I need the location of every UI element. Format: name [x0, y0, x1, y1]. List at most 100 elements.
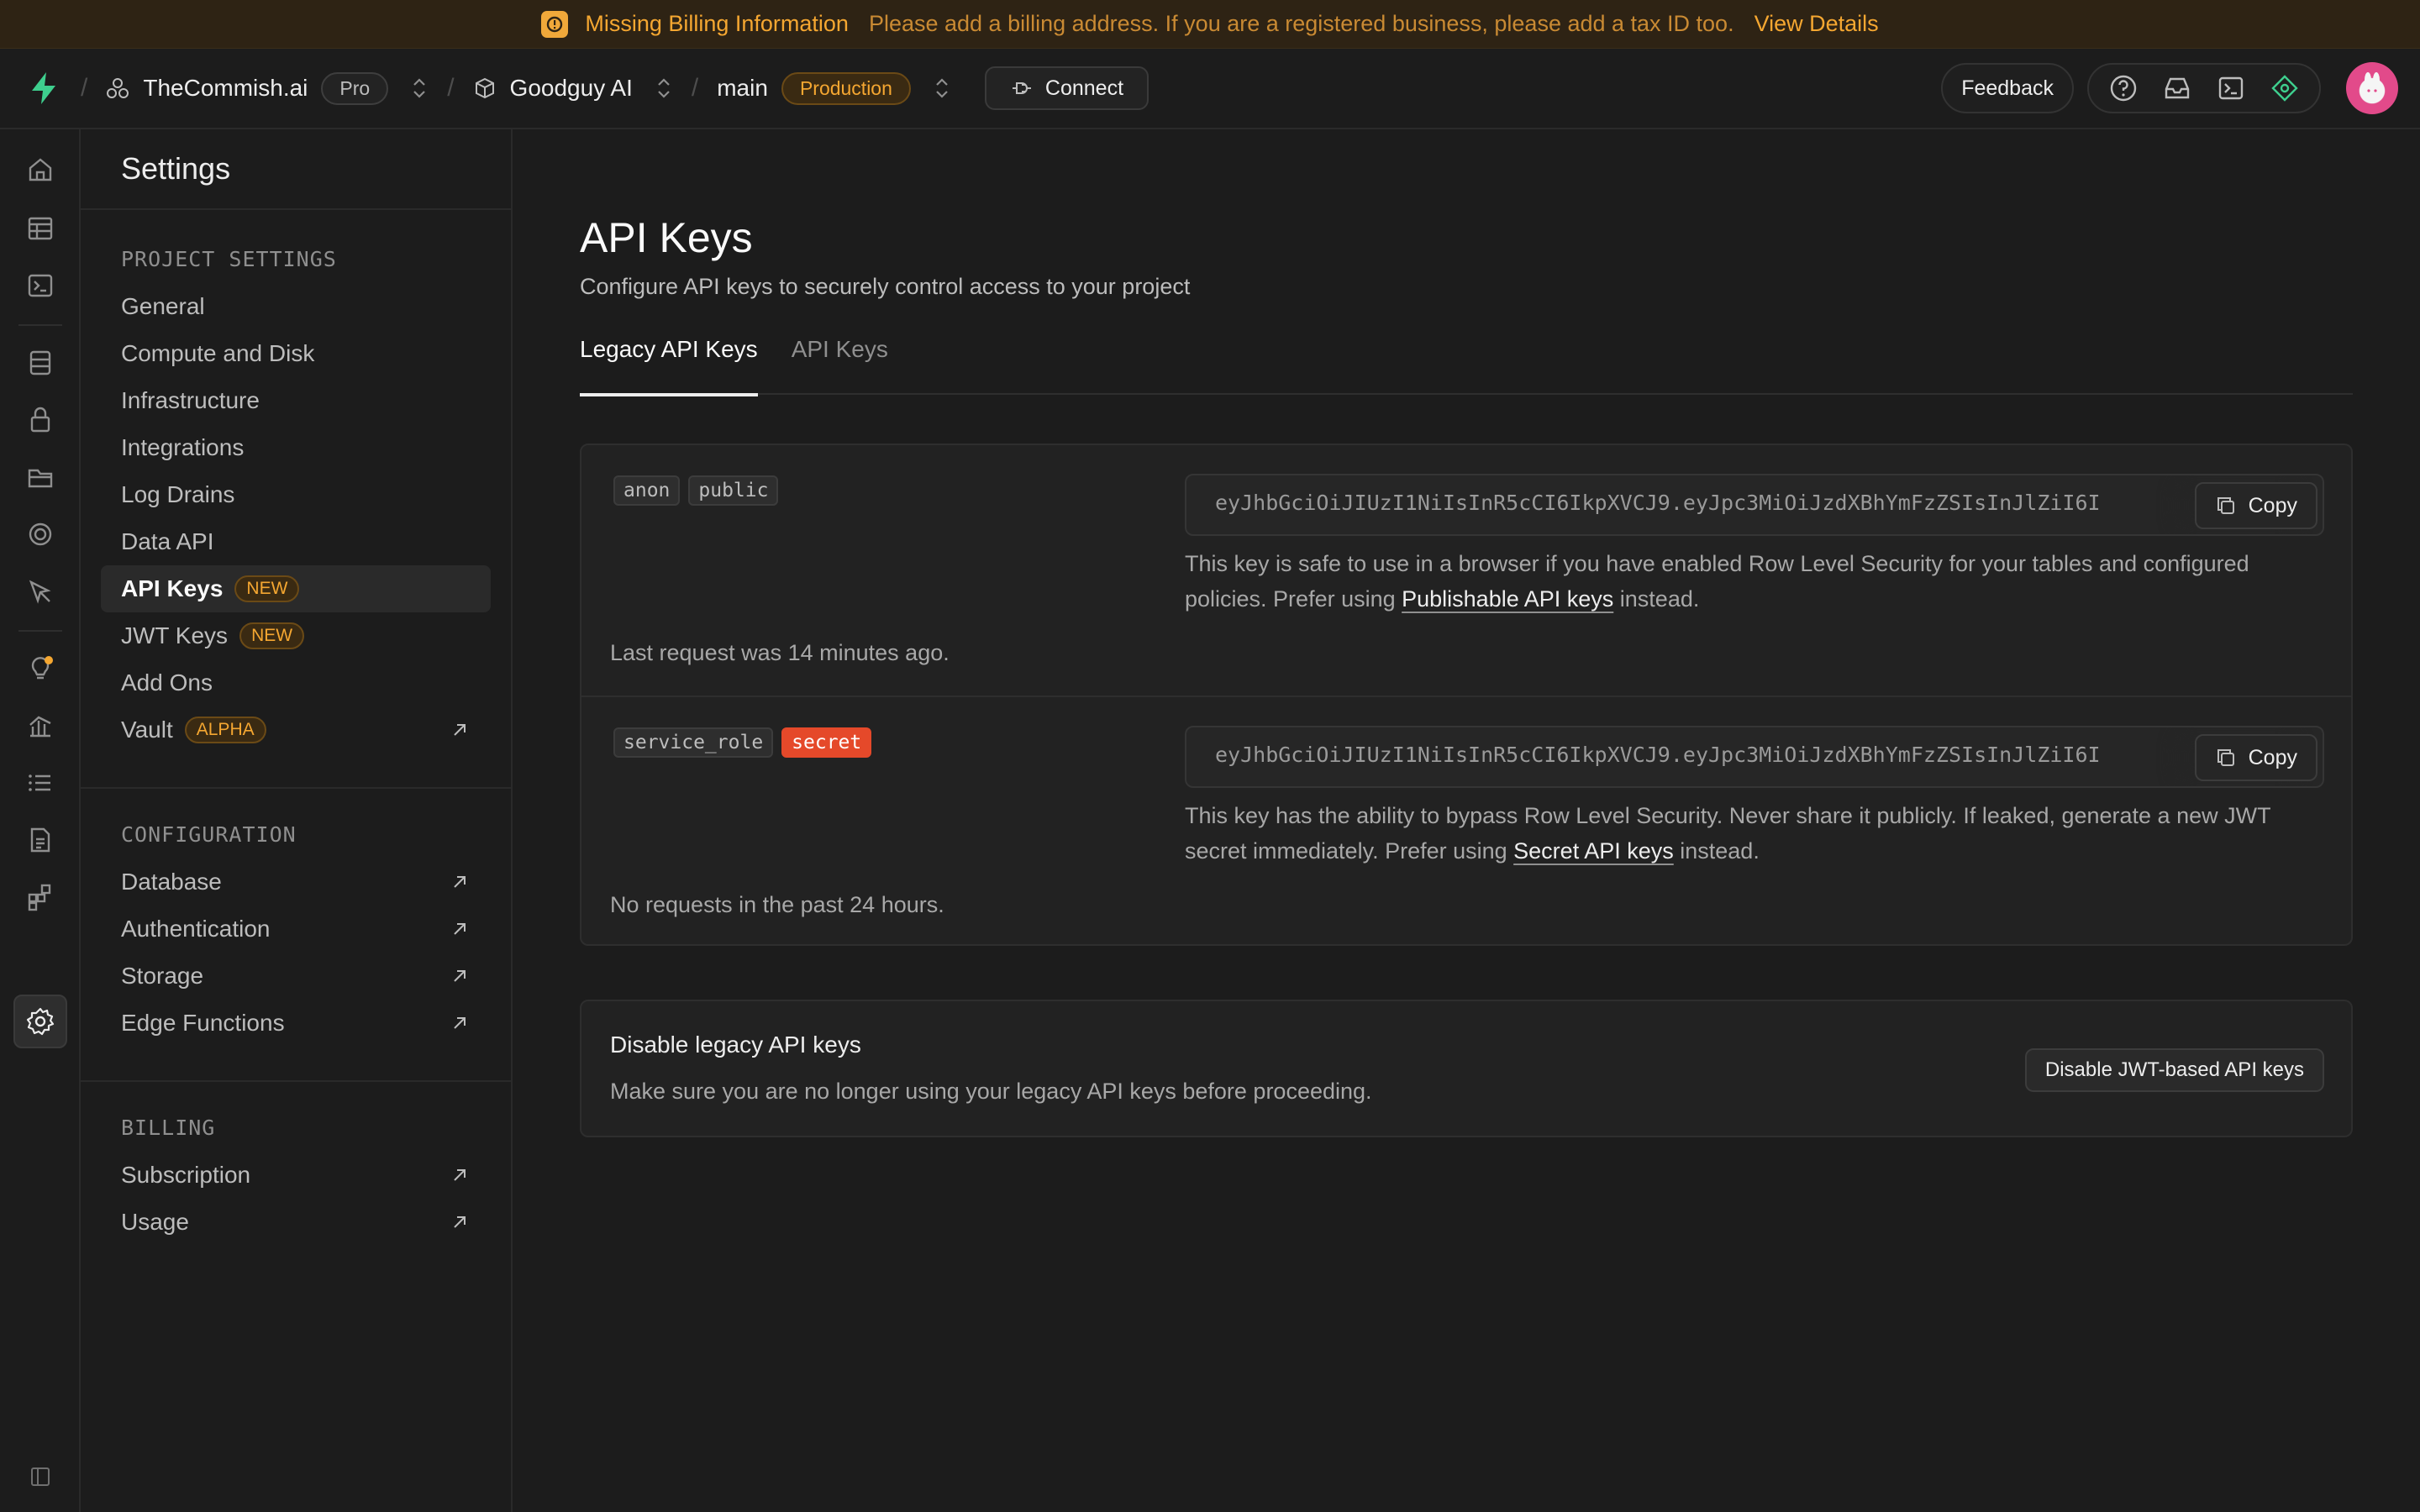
reports-chart-icon[interactable] — [20, 706, 60, 746]
disable-jwt-keys-button[interactable]: Disable JWT-based API keys — [2024, 1048, 2324, 1092]
view-details-link[interactable]: View Details — [1754, 11, 1879, 37]
key-value[interactable]: eyJhbGciOiJIUzI1NiIsInR5cCI6IkpXVCJ9.eyJ… — [1215, 743, 2101, 767]
sidebar-item-vault[interactable]: Vault ALPHA — [81, 706, 511, 753]
nav-label: Log Drains — [121, 481, 235, 507]
sidebar-item-general[interactable]: General — [81, 283, 511, 330]
project-switcher[interactable]: Goodguy AI — [473, 75, 673, 102]
section-heading: CONFIGURATION — [121, 822, 297, 847]
sidebar-item-database[interactable]: Database — [81, 858, 511, 906]
legacy-keys-card: anon public eyJhbGciOiJIUzI1NiIsInR5cCI6I… — [580, 444, 2353, 946]
org-name: TheCommish.ai — [143, 75, 308, 101]
settings-gear-icon[interactable] — [13, 995, 67, 1048]
integrations-icon[interactable] — [20, 877, 60, 917]
inbox-icon[interactable] — [2163, 74, 2191, 102]
org-switcher[interactable]: TheCommish.ai Pro — [106, 71, 429, 105]
page-subtitle: Configure API keys to securely control a… — [580, 274, 1191, 299]
breadcrumb-separator: / — [691, 74, 699, 102]
sidebar-title: Settings — [81, 129, 511, 210]
key-value[interactable]: eyJhbGciOiJIUzI1NiIsInR5cCI6IkpXVCJ9.eyJ… — [1215, 491, 2101, 515]
database-icon[interactable] — [20, 343, 60, 383]
visibility-chip: public — [688, 475, 779, 506]
settings-sidebar: Settings PROJECT SETTINGS General Comput… — [81, 129, 513, 1512]
terminal-icon[interactable] — [2217, 74, 2245, 102]
home-icon[interactable] — [20, 150, 60, 190]
key-description: This key has the ability to bypass Row L… — [1185, 798, 2336, 869]
external-link-icon — [454, 1169, 466, 1181]
sidebar-item-usage[interactable]: Usage — [81, 1199, 511, 1246]
secret-keys-link[interactable]: Secret API keys — [1513, 838, 1674, 864]
sidebar-item-compute-and-disk[interactable]: Compute and Disk — [81, 330, 511, 377]
secret-chip: secret — [781, 727, 872, 758]
copy-button[interactable]: Copy — [2194, 482, 2317, 529]
role-chip: anon — [613, 475, 681, 506]
user-avatar[interactable] — [2346, 62, 2398, 114]
plan-badge: Pro — [321, 71, 389, 105]
anon-key-row: anon public eyJhbGciOiJIUzI1NiIsInR5cCI6I… — [581, 445, 2351, 696]
realtime-icon[interactable] — [20, 514, 60, 554]
service-role-key-row: service_role secret eyJhbGciOiJIUzI1NiIsI… — [581, 696, 2351, 946]
nav-label: General — [121, 293, 205, 319]
branch-switcher[interactable]: main Production — [717, 71, 951, 105]
top-bar: / TheCommish.ai Pro / Goodguy AI / main … — [0, 49, 2420, 129]
new-badge: NEW — [239, 622, 305, 649]
branch-name: main — [717, 75, 768, 101]
desc-text: instead. — [1673, 838, 1760, 864]
connect-button[interactable]: Connect — [984, 66, 1150, 110]
nav-label: Integrations — [121, 434, 245, 460]
external-link-icon — [454, 724, 466, 736]
desc-text: instead. — [1613, 586, 1700, 612]
configuration-section: CONFIGURATION Database Authentication St… — [81, 789, 511, 1080]
toolbar-icons — [2087, 63, 2321, 113]
disable-title: Disable legacy API keys — [610, 1032, 861, 1058]
auth-lock-icon[interactable] — [20, 400, 60, 440]
project-name: Goodguy AI — [509, 75, 633, 101]
nav-label: Vault — [121, 717, 173, 743]
logs-list-icon[interactable] — [20, 763, 60, 803]
sidebar-item-subscription[interactable]: Subscription — [81, 1152, 511, 1199]
sidebar-item-api-keys[interactable]: API Keys NEW — [101, 565, 491, 612]
supabase-logo-icon[interactable] — [25, 70, 62, 107]
sidebar-item-data-api[interactable]: Data API — [81, 518, 511, 565]
collapse-sidebar-icon[interactable] — [20, 1457, 60, 1497]
chevron-updown-icon[interactable] — [933, 76, 951, 101]
left-icon-rail — [0, 129, 81, 1512]
sidebar-item-authentication[interactable]: Authentication — [81, 906, 511, 953]
sidebar-item-infrastructure[interactable]: Infrastructure — [81, 377, 511, 424]
billing-section: BILLING Subscription Usage — [81, 1082, 511, 1246]
copy-button[interactable]: Copy — [2194, 734, 2317, 781]
sidebar-item-integrations[interactable]: Integrations — [81, 424, 511, 471]
copy-icon — [2217, 749, 2234, 766]
sidebar-item-edge-functions[interactable]: Edge Functions — [81, 1000, 511, 1047]
external-link-icon — [454, 876, 466, 888]
tab-legacy-api-keys[interactable]: Legacy API Keys — [580, 328, 758, 396]
chevron-updown-icon[interactable] — [655, 76, 673, 101]
anon-key-field[interactable]: eyJhbGciOiJIUzI1NiIsInR5cCI6IkpXVCJ9.eyJ… — [1185, 474, 2324, 536]
edge-functions-icon[interactable] — [20, 571, 60, 612]
warning-icon — [541, 10, 569, 38]
feedback-button[interactable]: Feedback — [1941, 63, 2074, 113]
project-settings-section: PROJECT SETTINGS General Compute and Dis… — [81, 210, 511, 787]
assistant-icon[interactable] — [2270, 74, 2299, 102]
nav-label: Authentication — [121, 916, 271, 942]
chevron-updown-icon[interactable] — [410, 76, 429, 101]
publishable-keys-link[interactable]: Publishable API keys — [1402, 586, 1613, 612]
service-role-key-field[interactable]: eyJhbGciOiJIUzI1NiIsInR5cCI6IkpXVCJ9.eyJ… — [1185, 726, 2324, 788]
org-icon — [107, 78, 129, 98]
table-editor-icon[interactable] — [20, 208, 60, 249]
storage-folder-icon[interactable] — [20, 457, 60, 497]
help-icon[interactable] — [2109, 74, 2138, 102]
tab-api-keys[interactable]: API Keys — [792, 328, 888, 395]
nav-label: Infrastructure — [121, 387, 260, 413]
sql-editor-icon[interactable] — [20, 265, 60, 306]
last-request-text: Last request was 14 minutes ago. — [610, 640, 950, 665]
nav-label: Database — [121, 869, 222, 895]
disable-description: Make sure you are no longer using your l… — [610, 1079, 1372, 1104]
banner-title: Missing Billing Information — [585, 11, 849, 36]
box-icon — [475, 77, 494, 99]
sidebar-item-jwt-keys[interactable]: JWT Keys NEW — [81, 612, 511, 659]
sidebar-item-add-ons[interactable]: Add Ons — [81, 659, 511, 706]
sidebar-item-storage[interactable]: Storage — [81, 953, 511, 1000]
advisors-lightbulb-icon[interactable] — [20, 648, 60, 689]
api-docs-icon[interactable] — [20, 820, 60, 860]
sidebar-item-log-drains[interactable]: Log Drains — [81, 471, 511, 518]
